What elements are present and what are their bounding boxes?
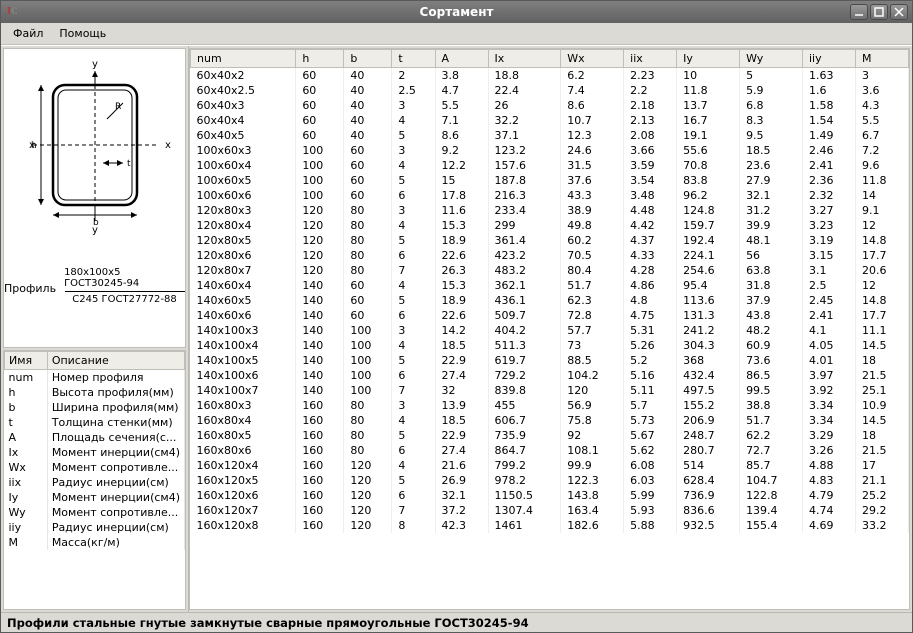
maximize-button[interactable] [870, 4, 888, 20]
svg-text:h: h [31, 141, 37, 151]
desc-header-0[interactable]: Имя [5, 352, 48, 370]
table-row[interactable]: 60x40x4604047.132.210.72.1316.78.31.545.… [191, 113, 909, 128]
profile-bottom-line: С245 ГОСТ27772-88 [72, 294, 176, 305]
profile-diagram: y x x y R t [15, 55, 175, 265]
main-header-Iy[interactable]: Iy [677, 50, 740, 68]
table-row[interactable]: 140x100x4140100418.5511.3735.26304.360.9… [191, 338, 909, 353]
app-icon: IC [7, 5, 21, 19]
main-header-A[interactable]: A [435, 50, 488, 68]
table-row[interactable]: 140x100x6140100627.4729.2104.25.16432.48… [191, 368, 909, 383]
main-header-M[interactable]: M [855, 50, 908, 68]
main-header-iix[interactable]: iix [624, 50, 677, 68]
main-header-b[interactable]: b [344, 50, 392, 68]
table-row[interactable]: 60x40x3604035.5268.62.1813.76.81.584.3 [191, 98, 909, 113]
main-header-t[interactable]: t [392, 50, 435, 68]
table-row[interactable]: 140x100x5140100522.9619.788.55.236873.64… [191, 353, 909, 368]
table-row[interactable]: 160x80x516080522.9735.9925.67248.762.23.… [191, 428, 909, 443]
left-panel: y x x y R t [1, 46, 189, 612]
table-row[interactable]: 120x80x412080415.329949.84.42159.739.93.… [191, 218, 909, 233]
desc-row[interactable]: WyМомент сопротивле... [5, 505, 185, 520]
svg-text:t: t [127, 159, 131, 169]
table-row[interactable]: 160x120x5160120526.9978.2122.36.03628.41… [191, 473, 909, 488]
desc-row[interactable]: MМасса(кг/м) [5, 535, 185, 550]
menu-file[interactable]: Файл [5, 25, 51, 42]
table-row[interactable]: 60x40x2604023.818.86.22.231051.633 [191, 68, 909, 84]
table-row[interactable]: 160x120x7160120737.21307.4163.45.93836.6… [191, 503, 909, 518]
table-row[interactable]: 140x60x414060415.3362.151.74.8695.431.82… [191, 278, 909, 293]
menu-help[interactable]: Помощь [51, 25, 114, 42]
table-row[interactable]: 120x80x312080311.6233.438.94.48124.831.2… [191, 203, 909, 218]
table-row[interactable]: 140x100x3140100314.2404.257.75.31241.248… [191, 323, 909, 338]
profile-label: Профиль [4, 282, 56, 295]
desc-row[interactable]: AПлощадь сечения(с... [5, 430, 185, 445]
main-header-Wy[interactable]: Wy [740, 50, 803, 68]
table-row[interactable]: 160x80x616080627.4864.7108.15.62280.772.… [191, 443, 909, 458]
main-header-num[interactable]: num [191, 50, 296, 68]
profile-top-line: 180x100x5 ГОСТ30245-94 [64, 267, 185, 289]
table-row[interactable]: 160x120x8160120842.31461182.65.88932.515… [191, 518, 909, 533]
svg-text:y: y [92, 59, 98, 70]
desc-row[interactable]: iiyРадиус инерции(см) [5, 520, 185, 535]
statusbar-text: Профили стальные гнутые замкнутые сварны… [7, 616, 529, 630]
table-row[interactable]: 60x40x5604058.637.112.32.0819.19.51.496.… [191, 128, 909, 143]
table-row[interactable]: 100x60x610060617.8216.343.33.4896.232.12… [191, 188, 909, 203]
desc-row[interactable]: iixРадиус инерции(см) [5, 475, 185, 490]
main-header-h[interactable]: h [296, 50, 344, 68]
table-row[interactable]: 100x60x31006039.2123.224.63.6655.618.52.… [191, 143, 909, 158]
table-row[interactable]: 160x80x416080418.5606.775.85.73206.951.7… [191, 413, 909, 428]
table-row[interactable]: 120x80x612080622.6423.270.54.33224.1563.… [191, 248, 909, 263]
minimize-button[interactable] [850, 4, 868, 20]
table-row[interactable]: 100x60x410060412.2157.631.53.5970.823.62… [191, 158, 909, 173]
desc-row[interactable]: hВысота профиля(мм) [5, 385, 185, 400]
desc-row[interactable]: numНомер профиля [5, 370, 185, 386]
desc-row[interactable]: WxМомент сопротивле... [5, 460, 185, 475]
main-header-Ix[interactable]: Ix [488, 50, 561, 68]
desc-row[interactable]: tТолщина стенки(мм) [5, 415, 185, 430]
desc-header-1[interactable]: Описание [47, 352, 184, 370]
desc-row[interactable]: IxМомент инерции(см4) [5, 445, 185, 460]
table-row[interactable]: 160x80x316080313.945556.95.7155.238.83.3… [191, 398, 909, 413]
main-window: IC Сортамент Файл Помощь y x [0, 0, 913, 633]
table-row[interactable]: 160x120x4160120421.6799.299.96.0851485.7… [191, 458, 909, 473]
table-row[interactable]: 140x60x514060518.9436.162.34.8113.637.92… [191, 293, 909, 308]
svg-text:x: x [165, 140, 171, 151]
main-header-iiy[interactable]: iiy [802, 50, 855, 68]
desc-row[interactable]: IyМомент инерции(см4) [5, 490, 185, 505]
right-panel: numhbtAIxWxiixIyWyiiyM 60x40x2604023.818… [189, 48, 910, 610]
table-row[interactable]: 60x40x2.560402.54.722.47.42.211.85.91.63… [191, 83, 909, 98]
sortament-table[interactable]: numhbtAIxWxiixIyWyiiyM 60x40x2604023.818… [190, 49, 909, 533]
svg-text:b: b [93, 218, 99, 228]
table-row[interactable]: 140x60x614060622.6509.772.84.75131.343.8… [191, 308, 909, 323]
table-row[interactable]: 120x80x712080726.3483.280.44.28254.663.8… [191, 263, 909, 278]
profile-diagram-box: y x x y R t [3, 48, 186, 348]
table-row[interactable]: 140x100x7140100732839.81205.11497.599.53… [191, 383, 909, 398]
desc-row[interactable]: bШирина профиля(мм) [5, 400, 185, 415]
description-table-container: ИмяОписание numНомер профиляhВысота проф… [3, 350, 186, 610]
svg-text:R: R [115, 102, 121, 112]
statusbar: Профили стальные гнутые замкнутые сварны… [1, 612, 912, 632]
table-row[interactable]: 100x60x510060515187.837.63.5483.827.92.3… [191, 173, 909, 188]
table-row[interactable]: 120x80x512080518.9361.460.24.37192.448.1… [191, 233, 909, 248]
main-header-Wx[interactable]: Wx [561, 50, 624, 68]
window-title: Сортамент [1, 5, 912, 19]
table-row[interactable]: 160x120x6160120632.11150.5143.85.99736.9… [191, 488, 909, 503]
description-table[interactable]: ИмяОписание numНомер профиляhВысота проф… [4, 351, 185, 550]
titlebar: IC Сортамент [1, 1, 912, 23]
menubar: Файл Помощь [1, 23, 912, 45]
close-button[interactable] [890, 4, 908, 20]
